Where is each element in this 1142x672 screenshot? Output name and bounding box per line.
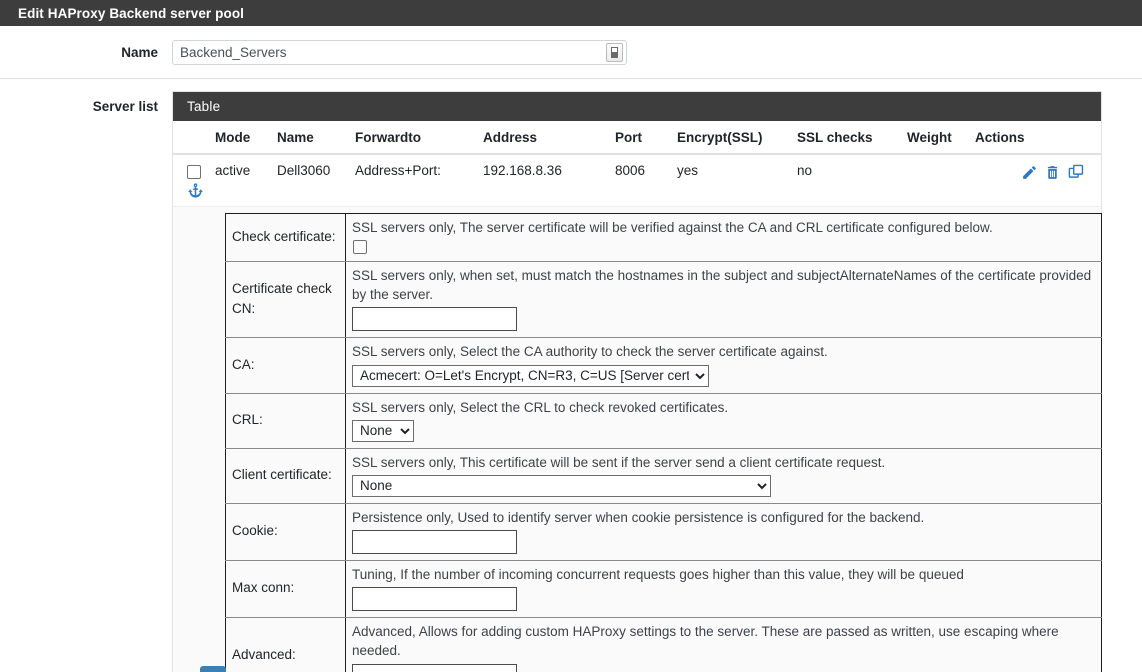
detail-row-check-certificate: Check certificate: SSL servers only, The… <box>225 213 1102 263</box>
detail-label-advanced: Advanced: <box>225 617 346 672</box>
cell-name: Dell3060 <box>277 163 331 178</box>
panel-heading: Table <box>173 92 1101 121</box>
detail-label-max-conn: Max conn: <box>225 560 346 619</box>
column-header-weight: Weight <box>903 121 971 155</box>
detail-field-advanced: Advanced, Allows for adding custom HAPro… <box>345 617 1102 672</box>
detail-field-certificate-check-cn: SSL servers only, when set, must match t… <box>345 261 1102 339</box>
row-select-cell <box>173 154 211 206</box>
detail-label-check-certificate: Check certificate: <box>225 213 346 263</box>
detail-label-cookie: Cookie: <box>225 502 346 562</box>
row-select-checkbox[interactable] <box>187 165 201 179</box>
detail-field-cookie: Persistence only, Used to identify serve… <box>345 502 1102 562</box>
detail-row-client-certificate: Client certificate: SSL servers only, Th… <box>225 447 1102 504</box>
server-detail-panel: Check certificate: SSL servers only, The… <box>173 206 1102 672</box>
column-header-name: Name <box>273 121 351 155</box>
delete-trash-icon[interactable] <box>1044 164 1061 184</box>
check-certificate-checkbox[interactable] <box>353 240 367 255</box>
detail-desc-client-certificate: SSL servers only, This certificate will … <box>352 454 886 470</box>
column-header-forwardto: Forwardto <box>351 121 479 155</box>
detail-desc-cookie: Persistence only, Used to identify serve… <box>352 509 925 525</box>
table-header-row: Mode Name Forwardto Address Port Encrypt… <box>173 121 1101 155</box>
cell-forwardto: Address+Port: <box>355 163 441 178</box>
server-list-row: Server list Table Mode Name Forwardto Ad… <box>0 79 1142 672</box>
cookie-input[interactable] <box>352 530 517 555</box>
anchor-icon[interactable] <box>187 182 207 202</box>
edit-pencil-icon[interactable] <box>1021 164 1038 184</box>
detail-field-check-certificate: SSL servers only, The server certificate… <box>345 213 1102 263</box>
page-title: Edit HAProxy Backend server pool <box>18 5 245 21</box>
server-list-panel: Table Mode Name Forwardto Address Port E… <box>172 91 1102 672</box>
detail-row-max-conn: Max conn: Tuning, If the number of incom… <box>225 560 1102 619</box>
partially-visible-action-button[interactable] <box>200 666 226 672</box>
ca-select[interactable]: Acmecert: O=Let's Encrypt, CN=R3, C=US [… <box>352 364 709 387</box>
server-detail-table: Check certificate: SSL servers only, The… <box>225 213 1102 672</box>
detail-desc-check-certificate: SSL servers only, The server certificate… <box>352 220 993 235</box>
cell-address: 192.168.8.36 <box>483 163 562 178</box>
client-certificate-select[interactable]: None <box>352 474 771 497</box>
certificate-check-cn-input[interactable] <box>352 307 517 332</box>
detail-row-certificate-check-cn: Certificate check CN: SSL servers only, … <box>225 261 1102 339</box>
table-row: active Dell3060 Address+Port: 192.168.8.… <box>173 154 1101 206</box>
detail-field-ca: SSL servers only, Select the CA authorit… <box>345 337 1102 394</box>
name-input-wrapper <box>172 39 627 65</box>
detail-label-crl: CRL: <box>225 392 346 449</box>
column-header-address: Address <box>479 121 611 155</box>
cell-port: 8006 <box>615 163 646 178</box>
cell-weight <box>903 154 971 206</box>
detail-desc-crl: SSL servers only, Select the CRL to chec… <box>352 399 729 415</box>
server-table: Mode Name Forwardto Address Port Encrypt… <box>173 121 1101 206</box>
advanced-input[interactable] <box>352 663 517 672</box>
detail-row-cookie: Cookie: Persistence only, Used to identi… <box>225 502 1102 562</box>
cell-ssl-checks: no <box>797 163 813 178</box>
detail-field-max-conn: Tuning, If the number of incoming concur… <box>345 560 1102 619</box>
crl-select[interactable]: None <box>352 419 414 442</box>
window-title-bar: Edit HAProxy Backend server pool <box>0 0 1142 26</box>
detail-row-advanced: Advanced: Advanced, Allows for adding cu… <box>225 617 1102 672</box>
detail-row-ca: CA: SSL servers only, Select the CA auth… <box>225 337 1102 394</box>
detail-field-client-certificate: SSL servers only, This certificate will … <box>345 447 1102 504</box>
name-input[interactable] <box>172 39 627 65</box>
column-header-actions: Actions <box>971 121 1101 155</box>
name-form-row: Name <box>0 26 1142 79</box>
column-header-port: Port <box>611 121 673 155</box>
detail-desc-ca: SSL servers only, Select the CA authorit… <box>352 344 828 360</box>
detail-label-ca: CA: <box>225 337 346 394</box>
cell-encrypt-ssl: yes <box>677 163 699 178</box>
detail-desc-max-conn: Tuning, If the number of incoming concur… <box>352 567 964 583</box>
detail-field-crl: SSL servers only, Select the CRL to chec… <box>345 392 1102 449</box>
detail-label-client-certificate: Client certificate: <box>225 447 346 504</box>
column-header-ssl-checks: SSL checks <box>793 121 903 155</box>
password-manager-icon[interactable] <box>606 42 623 62</box>
detail-label-certificate-check-cn: Certificate check CN: <box>225 261 346 339</box>
page-root: Edit HAProxy Backend server pool Name Se… <box>0 0 1142 672</box>
duplicate-copy-icon[interactable] <box>1067 163 1085 184</box>
cell-actions <box>971 154 1101 206</box>
detail-desc-advanced: Advanced, Allows for adding custom HAPro… <box>352 624 1059 659</box>
column-header-mode: Mode <box>211 121 273 155</box>
cell-mode: active <box>215 163 251 178</box>
max-conn-input[interactable] <box>352 587 517 612</box>
detail-row-crl: CRL: SSL servers only, Select the CRL to… <box>225 392 1102 449</box>
column-header-encrypt-ssl: Encrypt(SSL) <box>673 121 793 155</box>
server-list-label: Server list <box>92 99 158 114</box>
name-label: Name <box>121 44 158 60</box>
column-header-select <box>173 121 211 155</box>
detail-desc-certificate-check-cn: SSL servers only, when set, must match t… <box>352 268 1092 303</box>
